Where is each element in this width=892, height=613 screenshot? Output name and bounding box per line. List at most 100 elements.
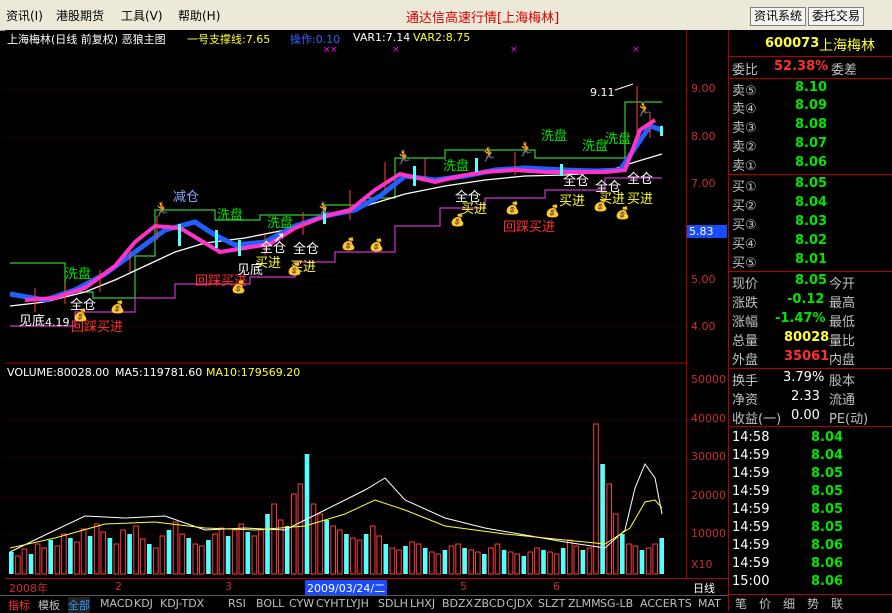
buy3-price: 8.03	[795, 214, 828, 229]
ma10-label: MA10:179569.20	[206, 366, 301, 379]
quote-label2: 量比	[829, 334, 856, 349]
quote-value: 80028	[784, 330, 830, 345]
quote-label2: 今开	[829, 277, 856, 292]
svg-text:×: ×	[632, 45, 640, 55]
stat-label: 收益(一)	[732, 412, 782, 427]
tick-time: 15:00	[732, 574, 770, 589]
annotation-xipan: 洗盘	[65, 267, 92, 282]
tab-kdj[interactable]: KDJ	[134, 597, 153, 610]
menu-hk-futures[interactable]: 港股期货	[56, 7, 104, 24]
stat-value: 2.33	[791, 389, 820, 404]
tab-accer[interactable]: ACCER	[640, 597, 677, 610]
annotation-quancang: 全仓	[293, 242, 320, 257]
menu-tools[interactable]: 工具(V)	[121, 7, 163, 24]
annotation-xipan: 洗盘	[605, 132, 632, 147]
tab-cyw[interactable]: CYW	[289, 597, 314, 610]
tab-slzt[interactable]: SLZT	[538, 597, 565, 610]
annotation-maijin: 买进	[559, 194, 586, 209]
tab-lhxj[interactable]: LHXJ	[410, 597, 435, 610]
tab-detail[interactable]: 细	[783, 595, 795, 612]
high-price-label: 9.11	[590, 86, 615, 99]
tick-price: 8.06	[811, 574, 844, 589]
runner-icon: 🏃	[315, 202, 333, 218]
sell2-label: 卖②	[732, 140, 757, 155]
tab-trades[interactable]: 笔	[735, 595, 747, 612]
tick-price: 8.05	[811, 502, 844, 517]
tick-time: 14:59	[732, 520, 770, 535]
annotation-xipan: 洗盘	[443, 159, 470, 174]
tick-time: 14:59	[732, 502, 770, 517]
tab-kdj-tdx[interactable]: KDJ-TDX	[160, 597, 204, 610]
svg-text:×: ×	[510, 45, 518, 55]
tick-price: 8.06	[811, 556, 844, 571]
money-bag-icon: 💰	[231, 280, 246, 294]
volume-tick: 20000	[691, 489, 726, 502]
volume-tick: 50000	[691, 373, 726, 386]
annotation-huicai: 回踩买进	[503, 220, 556, 235]
tab-lyjh[interactable]: LYJH	[346, 597, 369, 610]
money-bag-icon: 💰	[369, 238, 384, 252]
tab-link[interactable]: 联	[831, 595, 843, 612]
buy1-price: 8.05	[795, 176, 828, 191]
buy5-label: 买⑤	[732, 256, 757, 271]
quote-label: 涨跌	[732, 296, 759, 311]
low-price-label: 4.19	[45, 316, 70, 329]
chart-title: 上海梅林(日线 前复权) 恶狼主图	[7, 33, 166, 46]
stat-label: 净资	[732, 393, 759, 408]
price-tick: 5.00	[691, 273, 716, 286]
tab-sdlh[interactable]: SDLH	[378, 597, 408, 610]
tick-price: 8.04	[811, 448, 844, 463]
tab-rsi[interactable]: RSI	[228, 597, 246, 610]
runner-icon: 🏃	[480, 147, 498, 163]
date-axis: 2008年 2 3 2009/03/24/二 5 6 日线	[5, 578, 728, 596]
volume-label: VOLUME:80028.00	[7, 366, 110, 379]
tab-sg-lb[interactable]: SG-LB	[600, 597, 633, 610]
runner-icon: 🏃	[395, 150, 413, 166]
tab-trend[interactable]: 势	[807, 595, 819, 612]
tab-price[interactable]: 价	[759, 595, 771, 612]
tab-cjdx[interactable]: CJDX	[506, 597, 533, 610]
sell5-label: 卖⑤	[732, 84, 757, 99]
info-system-button[interactable]: 资讯系统	[750, 7, 807, 26]
sell1-label: 卖①	[732, 159, 757, 174]
menu-bar: 资讯(I) 港股期货 工具(V) 帮助(H) 通达信高速行情[上海梅林] 资讯系…	[0, 0, 892, 31]
volume-tick: 10000	[691, 527, 726, 540]
quote-label: 外盘	[732, 353, 759, 368]
menu-help[interactable]: 帮助(H)	[178, 7, 220, 24]
tab-zbcd[interactable]: ZBCD	[474, 597, 505, 610]
annotation-jiandi: 见底	[237, 263, 264, 278]
buy3-label: 买③	[732, 218, 757, 233]
annotation-quancang: 全仓	[563, 174, 590, 189]
annotation-quancang: 全仓	[627, 172, 654, 187]
menu-info[interactable]: 资讯(I)	[6, 7, 43, 24]
tick-price: 8.05	[811, 484, 844, 499]
money-bag-icon: 💰	[341, 237, 356, 251]
money-bag-icon: 💰	[287, 262, 302, 276]
quote-label: 涨幅	[732, 315, 759, 330]
tab-zlmm[interactable]: ZLMM	[568, 597, 601, 610]
chart-svg: × × × × ×	[5, 45, 686, 575]
period-label[interactable]: 日线	[693, 580, 715, 596]
chart-pane[interactable]: × × × × × 上海梅林(日线 前复权) 恶狼主图 一号支撑线:7.65 操作:0.…	[5, 30, 686, 578]
quote-value: -0.12	[787, 292, 825, 307]
tab-cyht[interactable]: CYHT	[316, 597, 345, 610]
buy4-price: 8.02	[795, 233, 828, 248]
tab-ts[interactable]: TS	[678, 597, 692, 610]
operate-label: 操作:0.10	[290, 33, 341, 46]
sell4-label: 卖④	[732, 102, 757, 117]
ma5-label: MA5:119781.60	[115, 366, 203, 379]
cursor-date: 2009/03/24/二	[305, 580, 388, 596]
tab-macd[interactable]: MACD	[100, 597, 133, 610]
tab-bdzx[interactable]: BDZX	[442, 597, 473, 610]
tab-boll[interactable]: BOLL	[256, 597, 284, 610]
var1-label: VAR1:7.14	[353, 31, 411, 44]
buy2-price: 8.04	[795, 195, 828, 210]
trade-button[interactable]: 委托交易	[808, 7, 865, 26]
price-tick: 4.00	[691, 320, 716, 333]
price-tick: 8.00	[691, 130, 716, 143]
quote-label2: 最高	[829, 296, 856, 311]
sell5-price: 8.10	[795, 80, 828, 95]
support-line-label: 一号支撑线:7.65	[187, 33, 271, 46]
tick-price: 8.06	[811, 538, 844, 553]
tab-mat[interactable]: MAT	[698, 597, 721, 610]
